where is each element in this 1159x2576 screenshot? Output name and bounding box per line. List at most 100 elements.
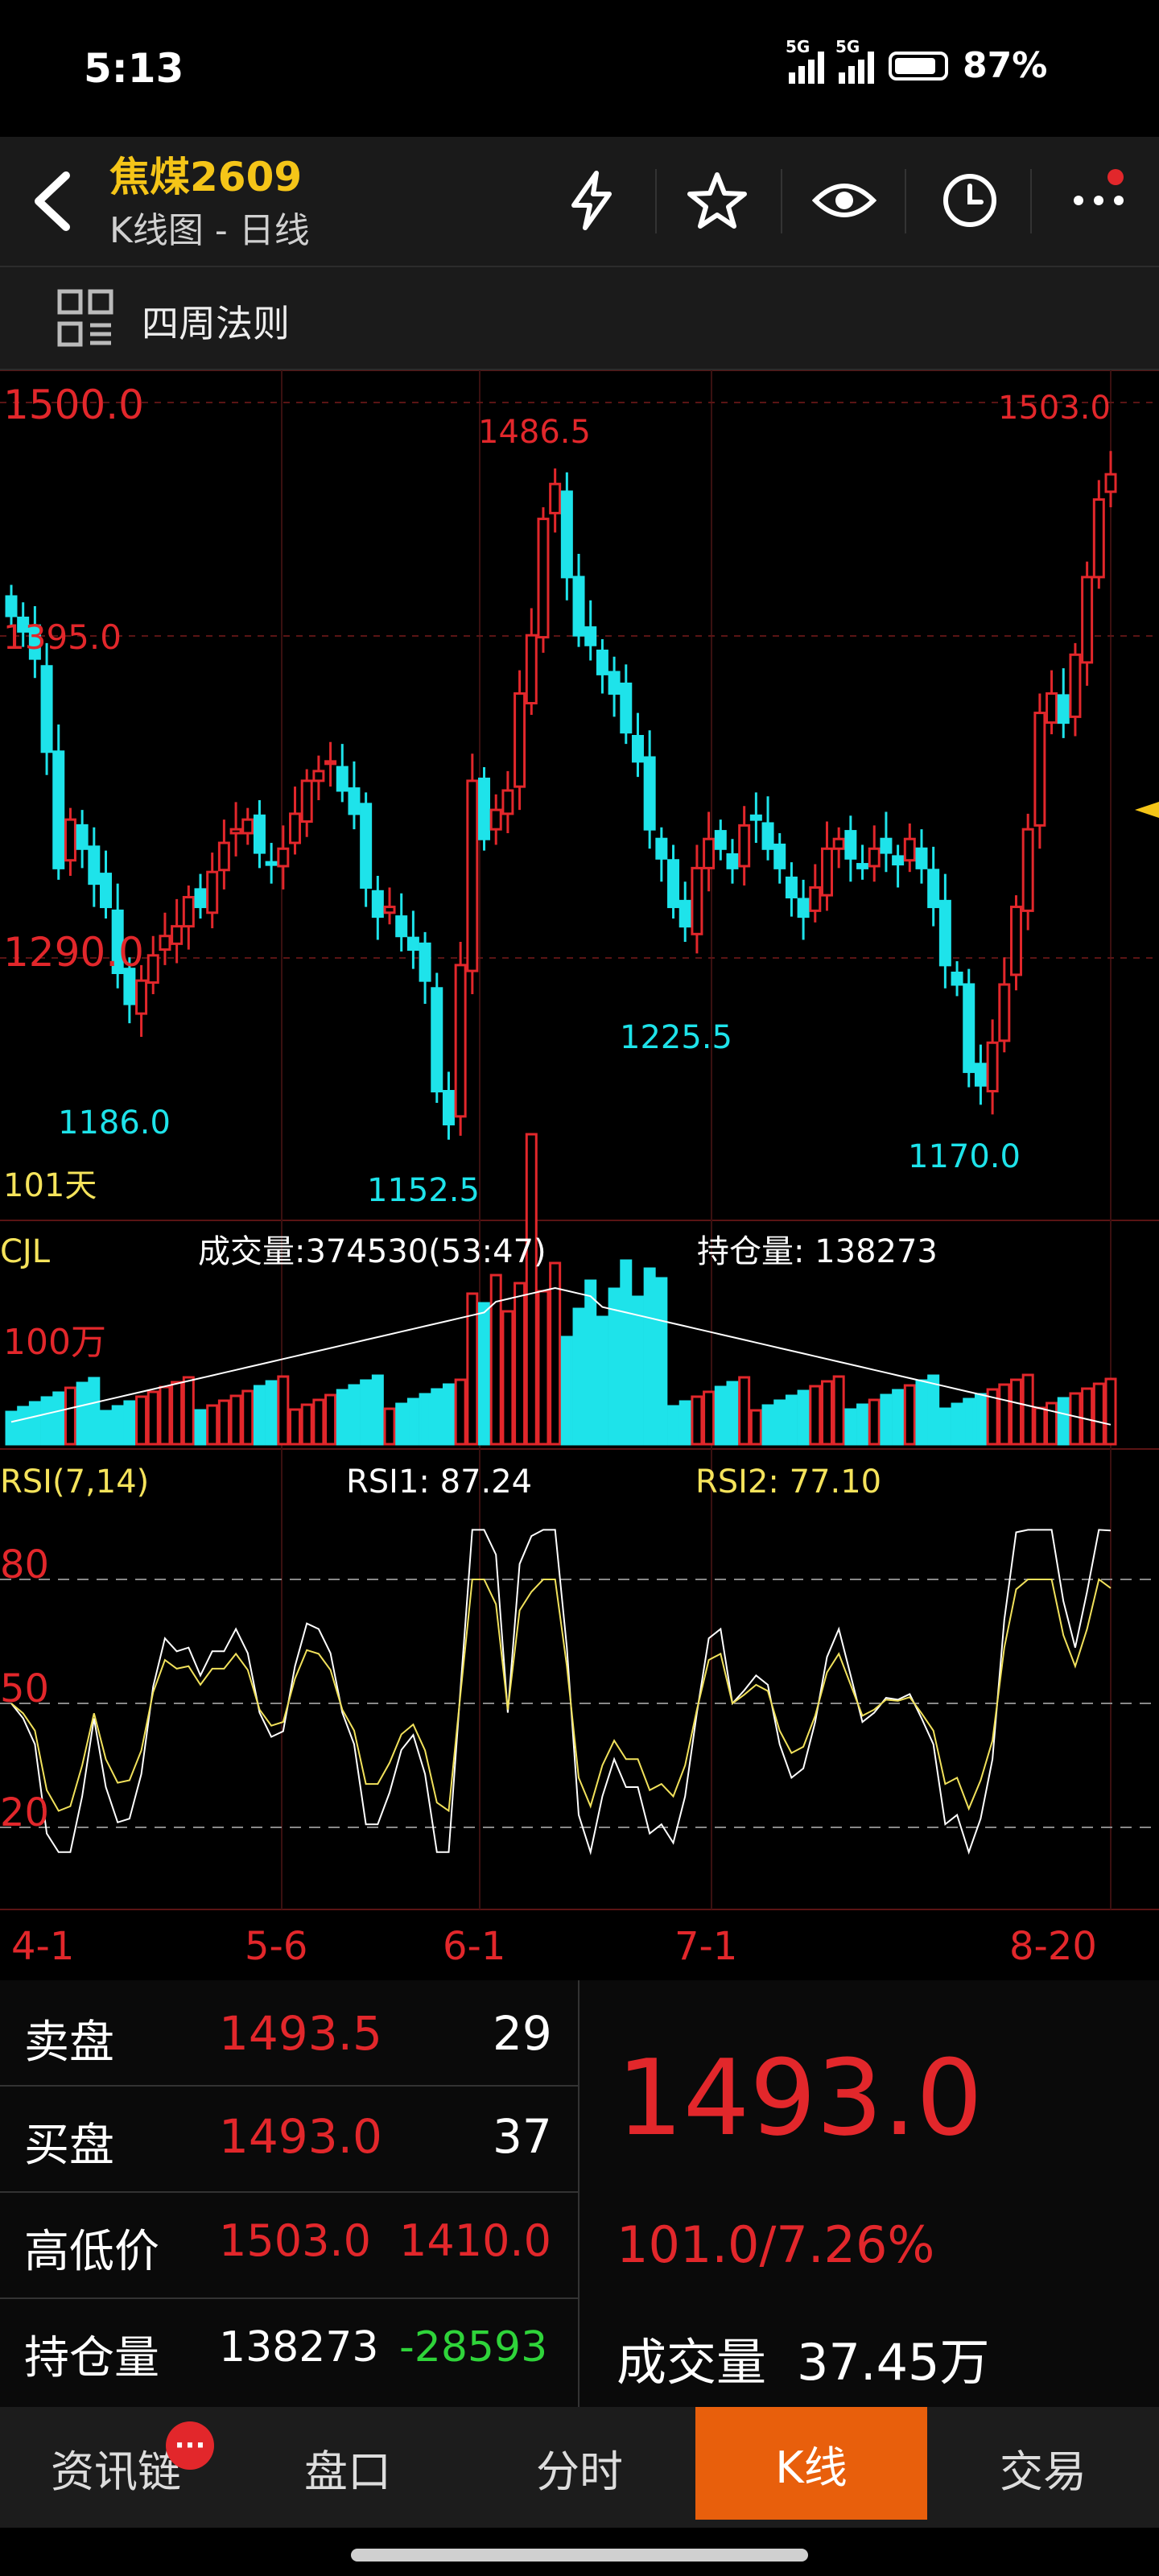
price-marker-icon: [1135, 802, 1159, 818]
candle: [868, 847, 881, 868]
volume-bar: [336, 1389, 349, 1446]
candle: [938, 899, 951, 967]
ask-label: 卖盘: [24, 2017, 114, 2069]
ask-price: 1493.5: [219, 2006, 382, 2061]
volume-bar: [691, 1395, 703, 1446]
volume-turnover: 成交量:374530(53:47): [198, 1233, 547, 1270]
ask-volume: 29: [493, 2006, 552, 2061]
candle: [312, 770, 325, 782]
x-axis-label: 8-20: [1009, 1924, 1097, 1969]
candle: [903, 837, 916, 862]
rsi2-line: [10, 1578, 1112, 1813]
candle: [880, 837, 893, 854]
volume-bar: [915, 1379, 928, 1446]
volume-bar: [324, 1393, 337, 1446]
price-change: 101.0/7.26%: [617, 2215, 935, 2274]
rsi2-value: RSI2: 77.10: [695, 1463, 881, 1501]
candle: [1009, 906, 1022, 976]
candle: [336, 766, 349, 792]
history-button[interactable]: [934, 164, 1006, 237]
candle: [726, 853, 739, 869]
volume-bar: [963, 1397, 975, 1446]
candle: [584, 626, 597, 646]
favorite-button[interactable]: [681, 164, 753, 237]
volume-bar: [1081, 1387, 1094, 1446]
candle: [572, 576, 585, 637]
volume-bar: [525, 1133, 538, 1446]
volume-bar: [241, 1389, 254, 1446]
back-button[interactable]: [24, 161, 89, 242]
candle: [608, 671, 621, 695]
volume-bar: [478, 1302, 491, 1446]
volume-bar: [868, 1398, 881, 1446]
volume-bar: [217, 1399, 230, 1446]
candle: [927, 869, 940, 909]
watch-button[interactable]: [808, 164, 881, 237]
volume-bar: [998, 1383, 1011, 1446]
status-time: 5:13: [84, 45, 184, 92]
volume-bar: [773, 1399, 786, 1446]
candle: [714, 830, 727, 850]
volume-bar: [584, 1279, 597, 1446]
volume-bar: [406, 1397, 419, 1446]
rsi1-value: RSI1: 87.24: [346, 1463, 532, 1501]
volume-bar: [28, 1401, 41, 1446]
candle: [820, 847, 833, 897]
volume-label: 成交量: [617, 2333, 767, 2392]
signal-2-icon: 5G: [835, 37, 874, 84]
volume-scale-label: 100万: [3, 1322, 106, 1363]
candle: [915, 847, 928, 869]
volume-bar: [300, 1403, 313, 1446]
volume-bar: [678, 1400, 691, 1446]
candle: [703, 837, 716, 869]
x-axis-label: 7-1: [674, 1924, 737, 1969]
low-label-3: 1225.5: [620, 1019, 732, 1056]
volume-bar: [206, 1404, 219, 1446]
candle: [1046, 691, 1058, 724]
candle: [631, 734, 644, 763]
volume-bar: [265, 1380, 278, 1446]
volume-bar: [40, 1396, 53, 1446]
volume-bar: [903, 1384, 916, 1446]
tab-kline[interactable]: K线: [695, 2407, 927, 2520]
volume-bar: [419, 1393, 431, 1446]
more-button[interactable]: [1062, 164, 1135, 237]
volume-bar: [1046, 1402, 1058, 1446]
kline-chart[interactable]: 1500.0 1395.0 1290.0 1486.5 1503.0 1186.0 1152…: [0, 370, 1159, 1980]
strategy-bar[interactable]: 四周法则: [0, 266, 1159, 370]
lightning-button[interactable]: [555, 164, 628, 237]
volume-bar: [631, 1295, 644, 1446]
candle: [383, 906, 396, 914]
days-label: 101天: [3, 1167, 97, 1204]
volume-bar: [667, 1405, 680, 1446]
x-axis-label: 5-6: [245, 1924, 307, 1969]
candle: [395, 915, 408, 938]
volume-bar: [194, 1409, 207, 1446]
candle: [691, 866, 703, 935]
candle: [206, 870, 219, 914]
candle: [560, 490, 573, 579]
candle: [406, 936, 419, 952]
more-icon: [1074, 196, 1124, 205]
volume-bar: [572, 1307, 585, 1446]
candle: [194, 888, 207, 909]
clock-icon: [943, 174, 996, 227]
candle: [300, 779, 313, 824]
volume-bar: [620, 1259, 633, 1446]
tab-orderbook[interactable]: 盘口: [232, 2407, 464, 2528]
candle: [620, 682, 633, 734]
grid-icon: [56, 288, 114, 353]
low-label-2: 1152.5: [367, 1172, 480, 1209]
tab-trade[interactable]: 交易: [927, 2407, 1159, 2528]
volume-bar: [1033, 1406, 1046, 1446]
candle: [785, 876, 798, 899]
home-indicator[interactable]: [351, 2549, 808, 2562]
volume-bar: [560, 1335, 573, 1446]
volume-bar: [738, 1376, 751, 1446]
candle: [501, 789, 514, 815]
volume-bar: [714, 1385, 727, 1446]
low-label-4: 1170.0: [908, 1138, 1021, 1175]
candle: [643, 756, 656, 831]
candle: [963, 983, 975, 1073]
tab-intraday[interactable]: 分时: [464, 2407, 695, 2528]
